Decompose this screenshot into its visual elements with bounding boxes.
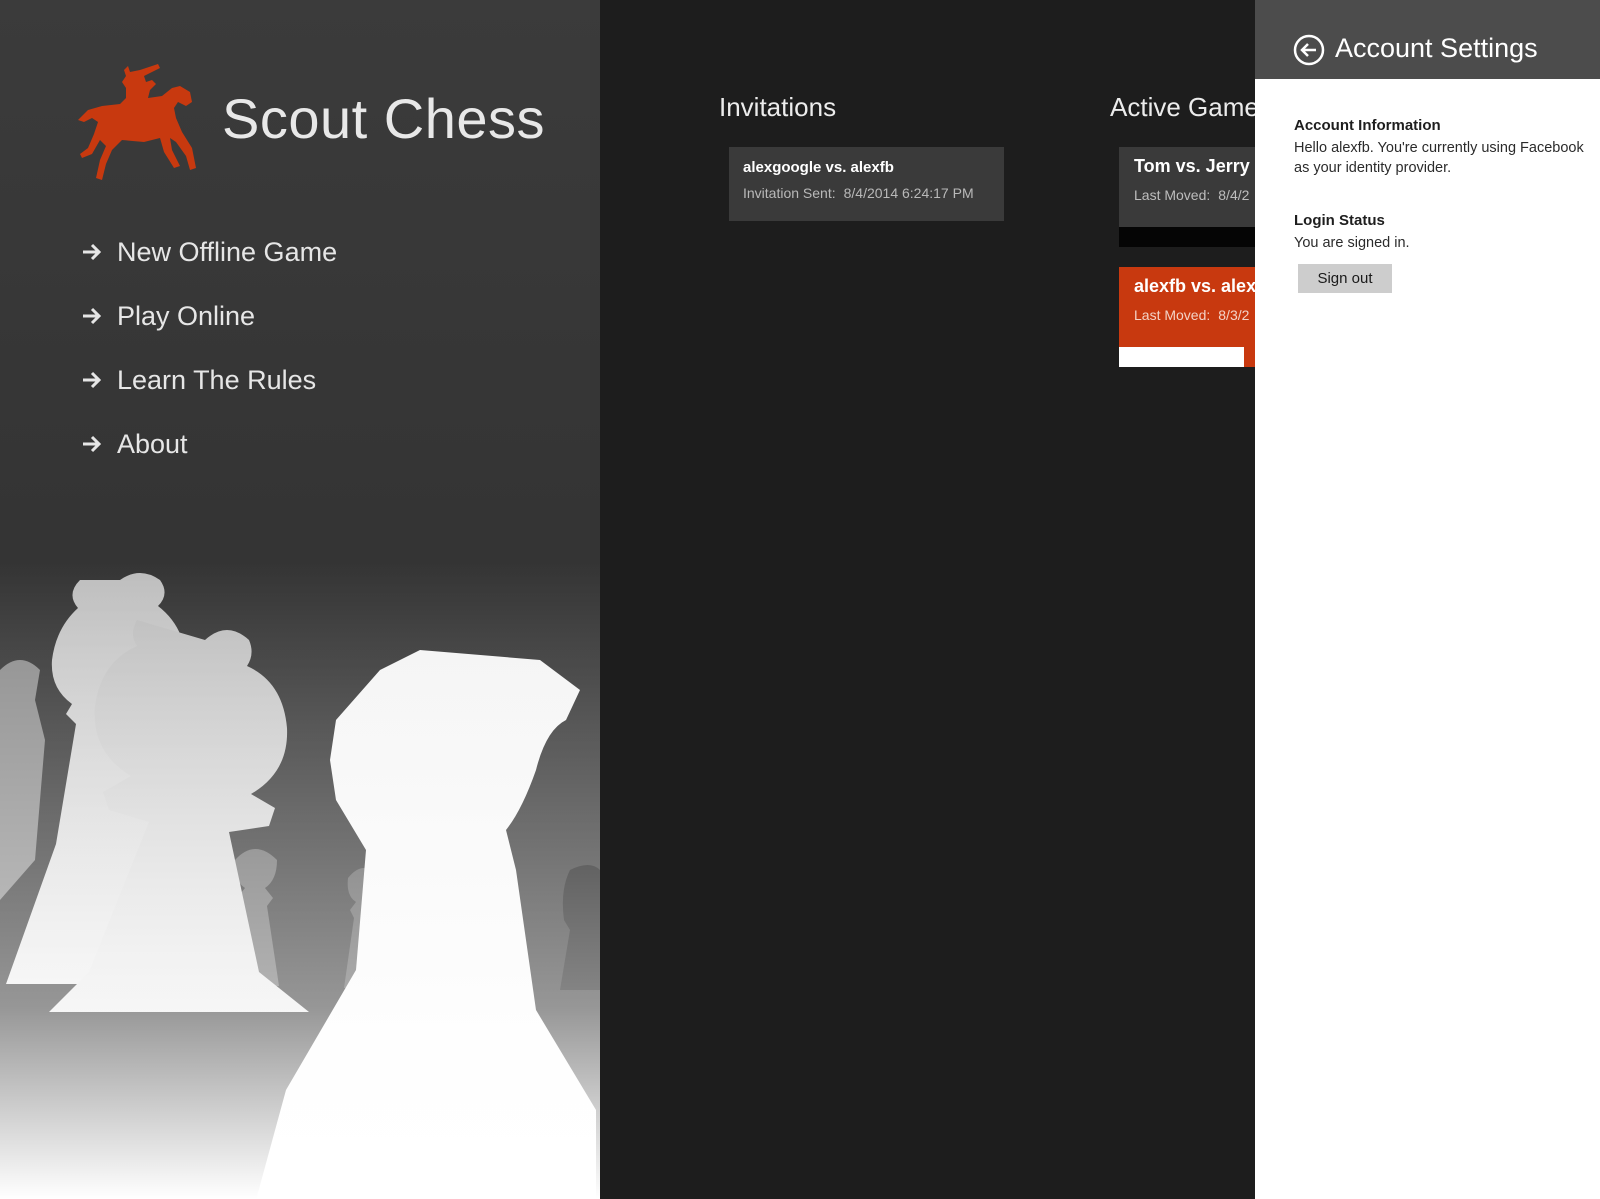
login-status-section: Login Status You are signed in. Sign out (1294, 212, 1584, 293)
invitation-card-title: alexgoogle vs. alexfb (743, 159, 894, 176)
arrow-right-icon (83, 243, 102, 261)
nav-item-about[interactable]: About (80, 412, 500, 476)
account-information-section: Account Information Hello alexfb. You're… (1294, 117, 1584, 178)
game-card-status: Last Moved: 8/3/2 (1134, 307, 1255, 323)
app-window: Scout Chess New Offline Game Play Online… (0, 0, 1600, 1199)
arrow-right-icon (83, 371, 102, 389)
active-games-list: Tom vs. Jerry Last Moved: 8/4/2 alexfb vs… (1119, 147, 1255, 367)
login-status-heading: Login Status (1294, 212, 1385, 229)
game-card-title: alexfb vs. alex (1134, 276, 1255, 296)
flyout-header: Account Settings (1255, 0, 1600, 79)
arrow-right-icon (83, 435, 102, 453)
last-moved-value: 8/3/2 (1218, 307, 1250, 323)
game-card-title: Tom vs. Jerry (1134, 156, 1250, 176)
main-nav: New Offline Game Play Online Learn The R… (80, 220, 500, 476)
nav-item-label: New Offline Game (117, 236, 338, 267)
game-card-bar (1119, 227, 1255, 247)
account-information-text: Hello alexfb. You're currently using Fac… (1294, 140, 1584, 176)
game-card-status: Last Moved: 8/4/2 (1134, 187, 1255, 203)
game-card-bar (1119, 347, 1244, 367)
nav-item-label: Learn The Rules (117, 364, 317, 395)
active-game-card-selected[interactable]: alexfb vs. alex Last Moved: 8/3/2 (1119, 267, 1255, 367)
nav-item-learn-the-rules[interactable]: Learn The Rules (80, 348, 500, 412)
nav-item-new-offline-game[interactable]: New Offline Game (80, 220, 500, 284)
invitation-card-status: Invitation Sent: 8/4/2014 6:24:17 PM (743, 185, 990, 201)
active-game-card[interactable]: Tom vs. Jerry Last Moved: 8/4/2 (1119, 147, 1255, 247)
last-moved-label: Last Moved: (1134, 307, 1211, 323)
login-status-text: You are signed in. (1294, 235, 1410, 251)
flyout-body: Account Information Hello alexfb. You're… (1294, 117, 1584, 293)
back-arrow-circle-icon[interactable] (1293, 34, 1325, 66)
account-information-heading: Account Information (1294, 117, 1441, 134)
horse-rider-logo-icon (78, 64, 196, 180)
invitation-card[interactable]: alexgoogle vs. alexfb Invitation Sent: 8/… (729, 147, 1004, 221)
nav-item-play-online[interactable]: Play Online (80, 284, 500, 348)
account-settings-flyout: Account Settings Account Information Hel… (1255, 0, 1600, 1199)
nav-item-label: About (117, 428, 188, 459)
last-moved-value: 8/4/2 (1218, 187, 1250, 203)
invitations-heading: Invitations (719, 92, 837, 122)
invitation-sent-value: 8/4/2014 6:24:17 PM (843, 185, 974, 201)
app-title: Scout Chess (222, 87, 545, 150)
left-panel: Scout Chess New Offline Game Play Online… (0, 0, 600, 1199)
active-games-heading: Active Game (1110, 92, 1259, 122)
sign-out-button[interactable]: Sign out (1298, 264, 1392, 293)
last-moved-label: Last Moved: (1134, 187, 1211, 203)
chess-pieces-illustration (0, 560, 600, 1199)
arrow-right-icon (83, 307, 102, 325)
flyout-title: Account Settings (1335, 33, 1538, 63)
nav-item-label: Play Online (117, 300, 256, 331)
invitation-sent-label: Invitation Sent: (743, 185, 836, 201)
